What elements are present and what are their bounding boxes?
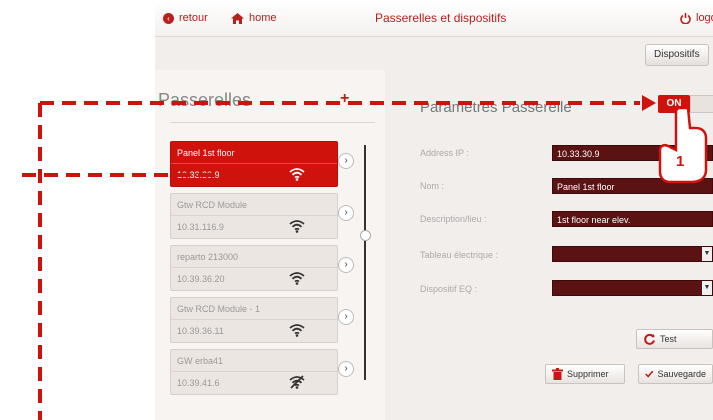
gateway-ip: 10.39.36.20 [177,274,225,284]
gateway-item[interactable]: GW erba41 10.39.41.6 [170,349,338,395]
scrollbar[interactable] [364,145,366,380]
home-link[interactable]: home [231,12,277,24]
off-toggle-part[interactable] [690,95,713,113]
app-window: ‹ retour home Passerelles et dispositifs… [155,0,713,420]
device-eq-select[interactable]: ▼ [552,280,713,296]
checkmark-icon [645,370,654,378]
name-field[interactable]: Panel 1st floor [552,178,713,194]
gateway-divider [171,371,337,372]
divider [170,122,375,123]
gateway-item[interactable]: Panel 1st floor 10.33.30.9 [170,141,338,187]
gateway-item[interactable]: Gtw RCD Module - 1 10.39.36.11 [170,297,338,343]
description-field[interactable]: 1st floor near elev. [552,211,713,227]
gateway-ip: 10.31.116.9 [177,222,224,232]
gateway-open-button[interactable]: › [338,257,354,273]
delete-button[interactable]: Supprimer [545,364,625,384]
chevron-down-icon: ▼ [702,281,712,295]
wifi-icon [289,168,305,181]
panel-select[interactable]: ▼ [552,246,713,262]
trash-icon [552,368,563,380]
gateway-divider [171,319,337,320]
save-button[interactable]: Sauvegarde [638,364,713,384]
back-icon: ‹ [163,12,174,24]
gateway-item[interactable]: reparto 213000 10.39.36.20 [170,245,338,291]
on-toggle-button[interactable]: ON [658,95,690,113]
settings-title: Parametres Passerelle [420,99,572,116]
devices-button[interactable]: Dispositifs [645,44,709,66]
gateway-name: Panel 1st floor [177,148,235,158]
save-label: Sauvegarde [657,369,706,379]
gateway-open-button[interactable]: › [338,309,354,325]
page-title: Passerelles et dispositifs [375,11,507,25]
wifi-icon [289,324,305,337]
add-gateway-button[interactable]: + [340,90,349,108]
gateway-ip: 10.39.36.11 [177,326,224,336]
gateway-open-button[interactable]: › [338,153,354,169]
device-eq-label: Dispositif EQ : [420,284,478,294]
gateway-name: reparto 213000 [177,252,239,262]
top-bar: ‹ retour home Passerelles et dispositifs… [155,0,713,37]
logout-label: logo [696,12,713,24]
logout-link[interactable]: logo [680,12,713,24]
back-label: retour [179,12,208,24]
power-icon [680,12,691,24]
gateway-item[interactable]: Gtw RCD Module 10.31.116.9 [170,193,338,239]
chevron-down-icon: ▼ [702,247,712,261]
back-link[interactable]: ‹ retour [163,12,208,24]
gateway-name: GW erba41 [177,356,224,366]
gateway-name: Gtw RCD Module [177,200,248,210]
gateway-divider [171,215,337,216]
gateway-divider [171,163,337,164]
ip-field[interactable]: 10.33.30.9 [552,145,713,161]
gateway-ip: 10.33.30.9 [177,170,220,180]
name-label: Nom : [420,181,445,191]
description-label: Description/lieu : [420,214,487,224]
home-icon [231,12,244,24]
wifi-off-icon [289,375,305,389]
wifi-icon [289,220,305,233]
delete-label: Supprimer [567,369,609,379]
scrollbar-knob[interactable] [360,230,371,241]
gateway-open-button[interactable]: › [338,361,354,377]
test-label: Test [660,334,677,344]
ip-label: Address IP : [420,148,469,158]
gateway-ip: 10.39.41.6 [177,378,220,388]
gateway-divider [171,267,337,268]
refresh-icon [644,333,655,345]
home-label: home [249,12,277,24]
test-button[interactable]: Test [636,329,713,349]
gateway-name: Gtw RCD Module - 1 [177,304,261,314]
wifi-icon [289,272,305,285]
gateways-title: Passerelles [158,90,252,110]
gateway-open-button[interactable]: › [338,205,354,221]
panel-label: Tableau électrique : [420,250,499,260]
